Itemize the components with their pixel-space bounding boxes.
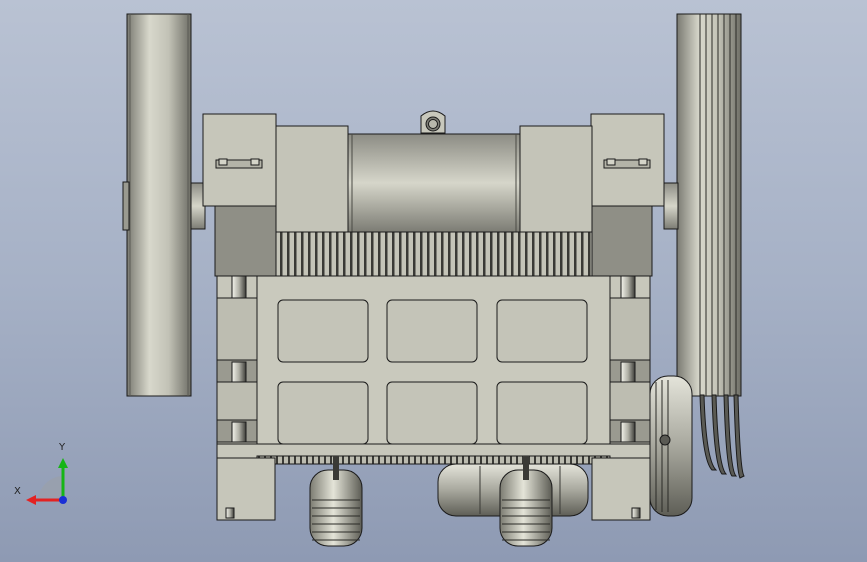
lifting-eye [420, 110, 446, 134]
lower-teeth [256, 455, 611, 465]
left-flywheel[interactable] [122, 13, 192, 397]
right-bearing-housing[interactable] [590, 113, 665, 277]
tension-spring-left [309, 456, 363, 547]
right-pulley[interactable] [676, 13, 742, 397]
upper-teeth [275, 231, 593, 277]
x-axis-arrow [26, 495, 36, 505]
left-bearing-housing[interactable] [202, 113, 277, 277]
cad-viewport[interactable]: X Y [0, 0, 867, 562]
axis-triad [26, 458, 68, 505]
eccentric-shaft-body[interactable] [275, 125, 593, 233]
motor-pulley[interactable] [649, 375, 693, 517]
x-axis-label: X [14, 486, 21, 497]
v-belts [699, 394, 745, 479]
right-shaft [663, 182, 679, 230]
y-axis-arrow [58, 458, 68, 468]
z-axis-point [59, 496, 67, 504]
crusher-model[interactable] [0, 0, 867, 562]
y-axis-label: Y [59, 442, 66, 453]
